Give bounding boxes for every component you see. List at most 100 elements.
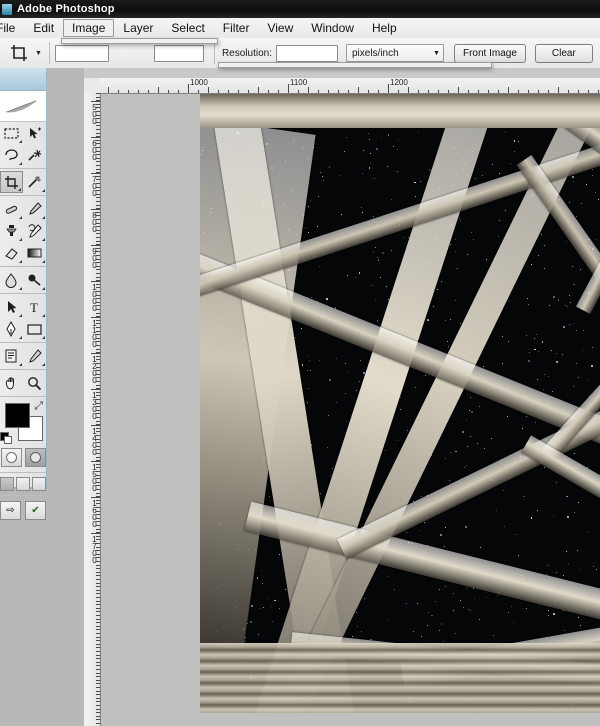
gradient-tool-icon[interactable] [23,242,46,264]
ruler-label: 500 [91,103,98,124]
magic-wand-tool-icon[interactable] [23,144,46,166]
blur-tool-icon[interactable] [0,269,23,291]
menubar-item-filter[interactable]: Filter [214,19,259,37]
path-selection-tool-icon[interactable] [0,296,23,318]
type-tool-icon[interactable]: T [23,296,46,318]
menubar-item-image[interactable]: Image [63,19,114,37]
star-point [381,137,382,138]
vertical-ruler[interactable]: 500 600 700 800 900 1000 1100 1200 1300 1400 1500 1… [84,93,101,726]
star-point [548,565,549,566]
ruler-minor-tick [96,572,100,573]
star-point [308,232,309,233]
zoom-tool-icon[interactable] [23,372,46,394]
star-point [258,634,260,636]
ruler-label: 1100 [91,319,98,347]
swap-colors-icon[interactable]: ⤢ [34,400,43,413]
horizontal-ruler[interactable]: 1000 1100 1200 [100,78,600,94]
hand-tool-icon[interactable] [0,372,23,394]
star-point [510,163,511,164]
ruler-minor-tick [96,673,100,674]
menubar-item-file[interactable]: File [0,19,24,37]
full-screen-menubar-icon[interactable] [16,477,30,491]
menubar-item-select[interactable]: Select [162,19,213,37]
star-point [567,516,569,518]
star-point [456,268,458,270]
star-point [267,598,268,599]
star-point [579,569,580,570]
pen-tool-icon[interactable] [0,318,23,340]
foreground-color-swatch[interactable] [5,403,30,428]
ruler-label: 1000 [190,78,208,87]
star-point [417,603,418,604]
resolution-input[interactable] [276,45,338,62]
width-input[interactable] [55,45,109,62]
ruler-minor-tick [96,694,100,695]
canvas-area[interactable] [101,94,600,726]
star-point [460,220,461,221]
star-point [403,237,404,238]
lasso-tool-icon[interactable] [0,144,23,166]
menubar-item-layer[interactable]: Layer [114,19,162,37]
document-image[interactable] [200,94,600,713]
star-point [431,615,433,617]
crop-tool-icon[interactable] [0,171,23,193]
jump-to-imageready-icon[interactable]: ⇨ [0,501,21,520]
menubar-item-edit[interactable]: Edit [24,19,63,37]
star-point [563,326,565,328]
ruler-corner [84,78,101,94]
star-point [549,305,550,306]
standard-mask-mode-icon[interactable] [1,448,22,467]
star-point [347,371,349,373]
star-point [493,635,494,636]
star-point [496,510,497,511]
front-image-button[interactable]: Front Image [454,44,526,63]
rectangular-marquee-tool-icon[interactable] [0,122,23,144]
star-point [251,605,253,607]
default-colors-icon[interactable] [0,432,11,443]
star-point [329,167,330,168]
resolution-units-select[interactable]: pixels/inch ▼ [346,44,444,62]
rectangle-shape-tool-icon-glyph [26,321,43,338]
menubar-item-view[interactable]: View [258,19,302,37]
menubar-item-help[interactable]: Help [363,19,406,37]
star-point [319,266,320,267]
ruler-minor-tick [508,87,509,93]
jump-check-icon[interactable]: ✔ [25,501,46,520]
clone-stamp-tool-icon[interactable] [0,220,23,242]
quick-mask-mode-icon[interactable] [25,448,46,467]
ruler-minor-tick [528,90,529,93]
eyedropper-tool-icon[interactable] [23,345,46,367]
height-input[interactable] [154,45,204,62]
tool-more-triangle-icon [19,260,22,263]
star-point [471,232,472,233]
rectangle-shape-tool-icon[interactable] [23,318,46,340]
eraser-tool-icon[interactable] [0,242,23,264]
ruler-minor-tick [96,565,100,566]
ruler-minor-tick [398,90,399,93]
standard-screen-mode-icon[interactable] [0,477,14,491]
star-point [336,358,337,359]
palette-grip-icon[interactable] [0,68,46,91]
star-point [376,148,378,150]
clear-button[interactable]: Clear [535,44,593,63]
star-point [529,352,530,353]
star-point [455,300,456,301]
ruler-minor-tick [548,90,549,93]
tool-preset-chevron-down-icon[interactable]: ▼ [35,50,42,57]
ruler-minor-tick [96,590,100,591]
slice-tool-icon[interactable] [23,171,46,193]
star-point [538,255,539,256]
full-screen-icon[interactable] [32,477,46,491]
brush-tool-icon[interactable] [23,198,46,220]
move-tool-icon[interactable] [23,122,46,144]
history-brush-tool-icon[interactable] [23,220,46,242]
healing-brush-tool-icon[interactable] [0,198,23,220]
menubar-item-window[interactable]: Window [302,19,363,37]
dodge-tool-icon[interactable] [23,269,46,291]
tool-more-triangle-icon [42,238,45,241]
zoom-tool-icon-glyph [26,375,43,392]
crop-tool-icon[interactable] [6,41,32,65]
ruler-minor-tick [308,87,309,93]
star-point [537,510,538,511]
notes-tool-icon[interactable] [0,345,23,367]
